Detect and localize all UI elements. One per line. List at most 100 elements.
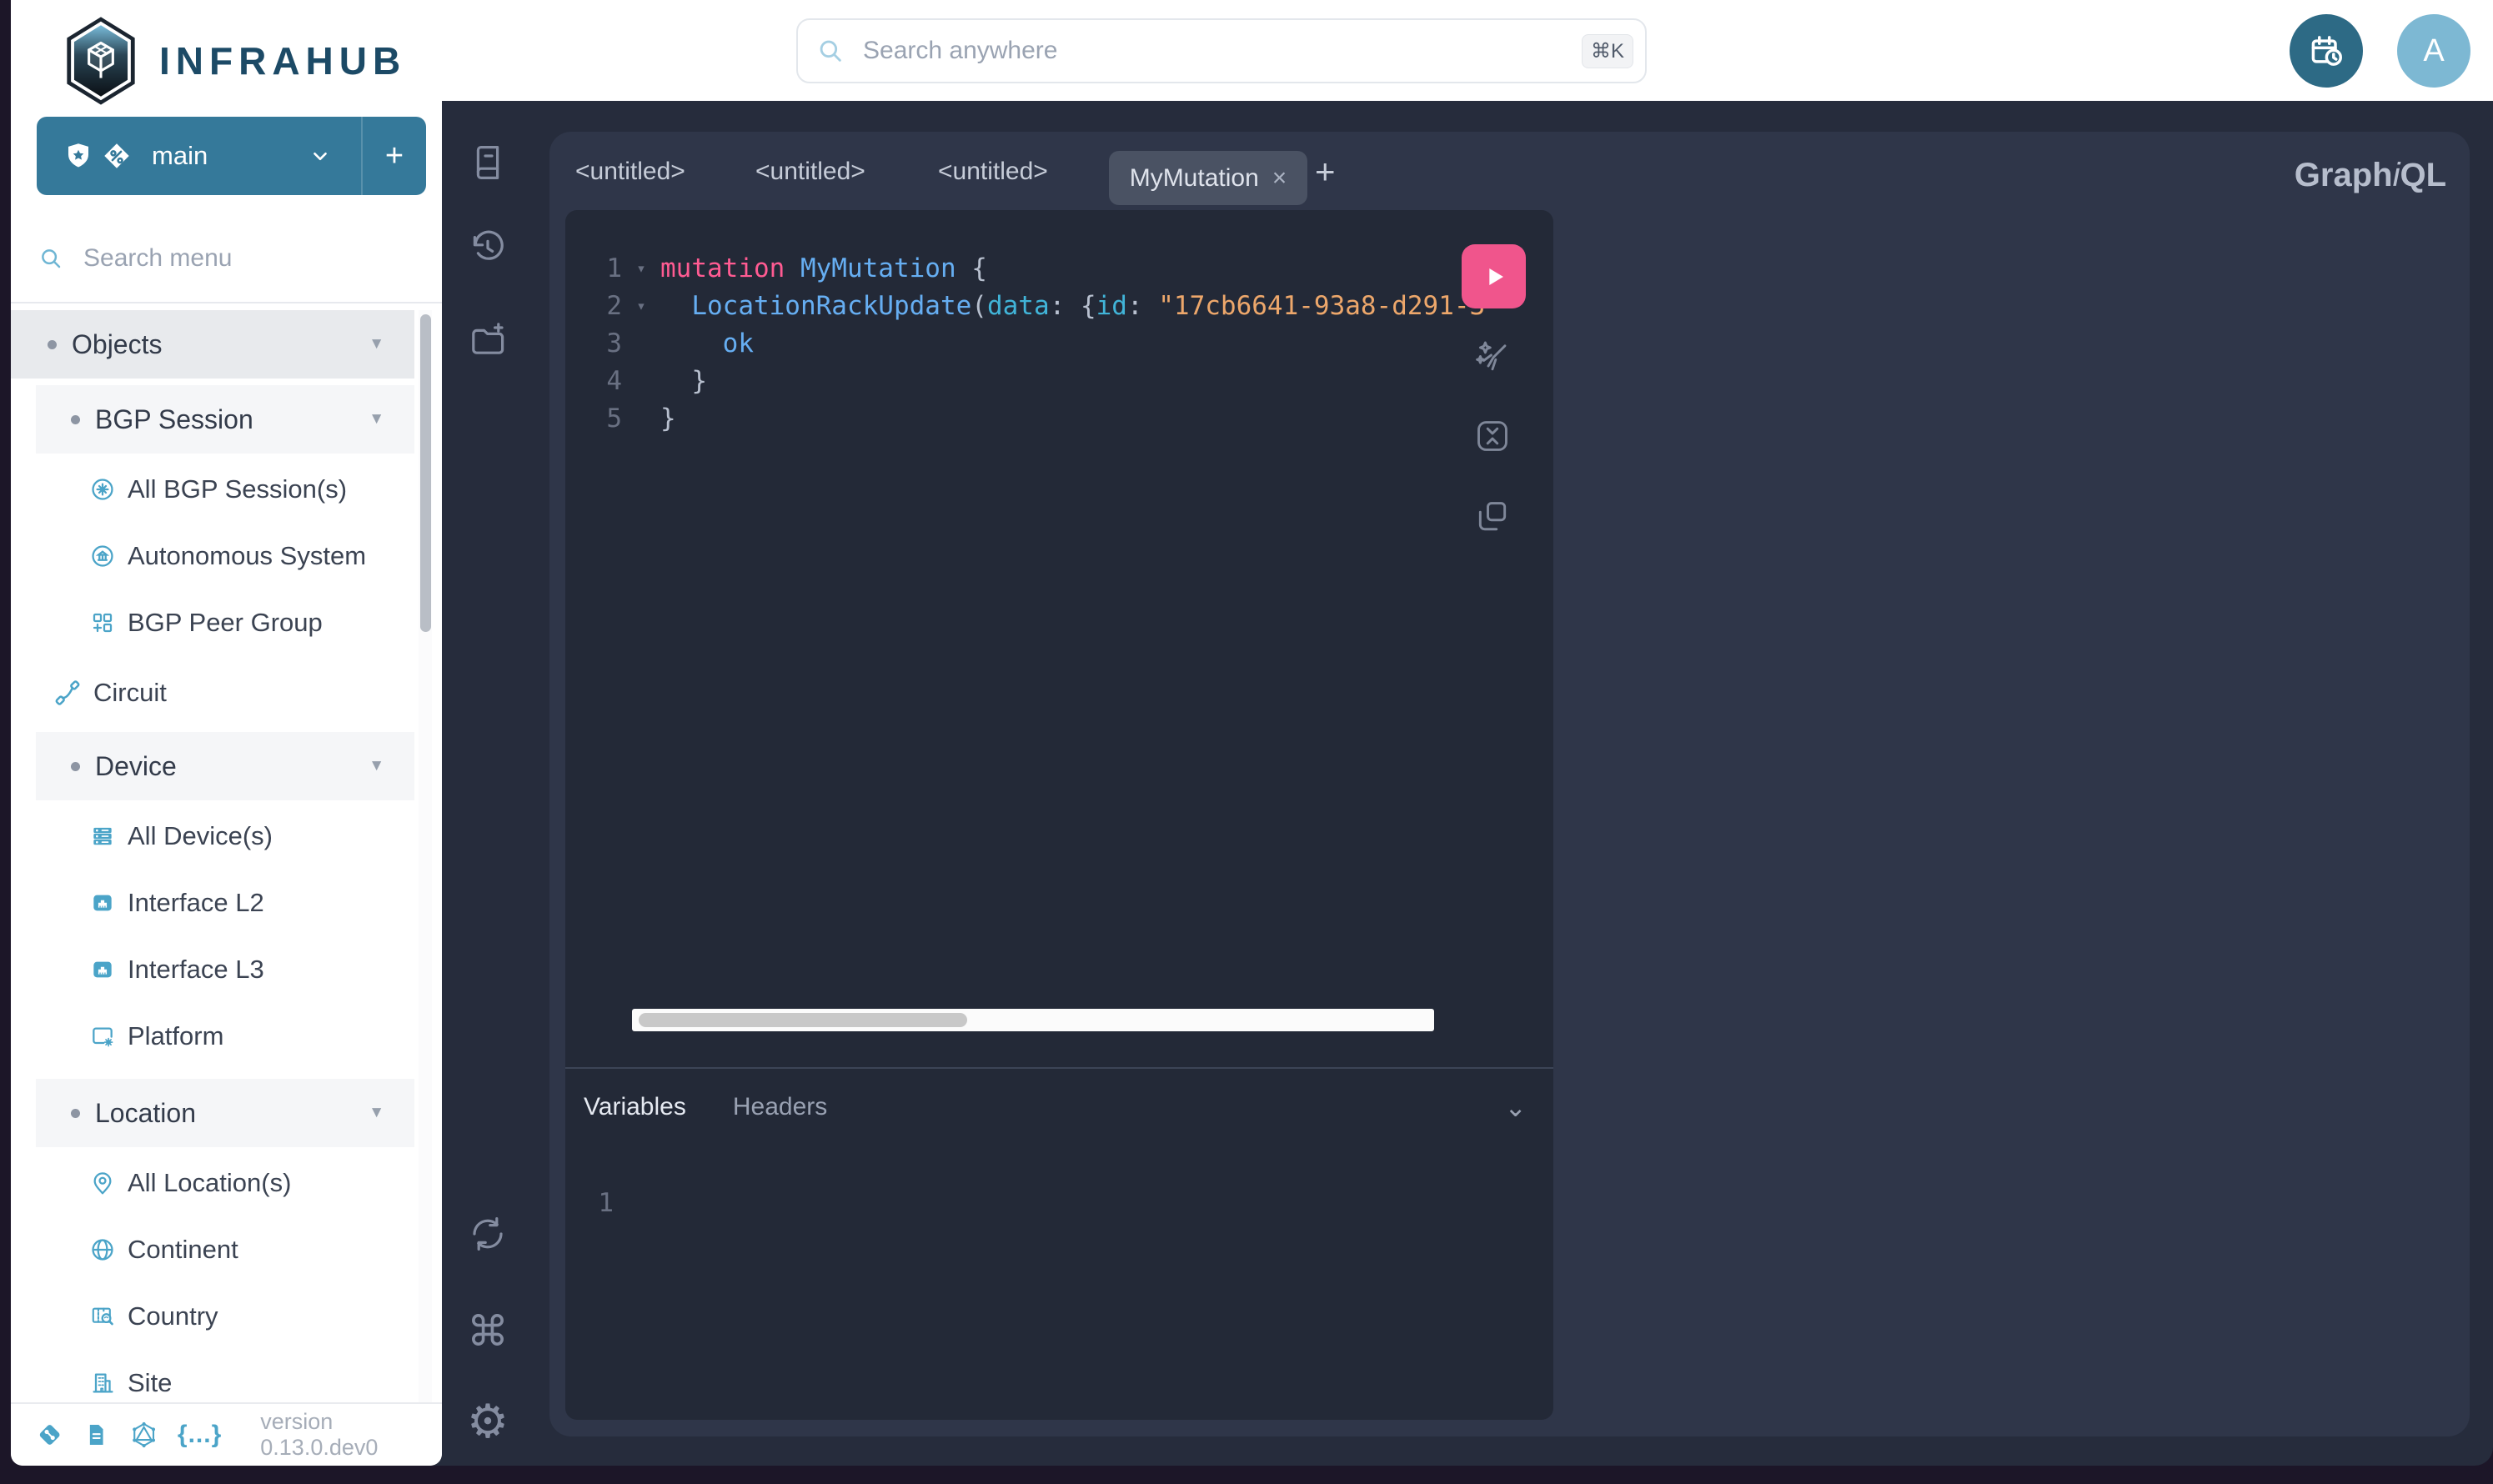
editor-divider [565, 1067, 1553, 1069]
sidebar-item-all-locations[interactable]: All Location(s) [36, 1149, 414, 1217]
branch-selector[interactable]: main + [37, 117, 426, 195]
menu-search-input[interactable] [82, 243, 402, 273]
variables-editor[interactable]: 1 [565, 1184, 614, 1221]
code-line: 5 } [565, 399, 676, 437]
time-travel-button[interactable] [2290, 14, 2363, 88]
shortcut-badge: ⌘K [1582, 34, 1633, 68]
git-icon[interactable] [36, 1420, 63, 1450]
sidebar-group-objects[interactable]: Objects ▼ [11, 310, 414, 379]
graphql-icon[interactable] [130, 1420, 158, 1450]
tab-label: <untitled> [575, 158, 685, 186]
sidebar-scrollbar-thumb[interactable] [420, 314, 431, 632]
app-logo-text: INFRAHUB [159, 38, 406, 83]
sidebar-item-country[interactable]: Country [36, 1282, 414, 1351]
continent-globe-icon [89, 1236, 116, 1263]
search-icon [816, 37, 845, 65]
bullet-icon [71, 762, 80, 771]
sidebar-item-all-devices[interactable]: All Device(s) [36, 802, 414, 870]
app-logo[interactable]: INFRAHUB [61, 15, 406, 107]
global-search-input[interactable] [861, 36, 1582, 66]
merge-icon [1473, 417, 1512, 455]
country-map-icon [89, 1303, 116, 1330]
item-label: Continent [128, 1235, 238, 1265]
execute-query-button[interactable] [1462, 244, 1526, 308]
close-icon[interactable]: × [1272, 164, 1287, 193]
response-pane [1570, 210, 2470, 1420]
bgp-session-icon [89, 476, 116, 503]
group-label: BGP Session [95, 404, 253, 435]
refetch-schema-button[interactable] [464, 1211, 511, 1257]
history-icon [468, 228, 508, 268]
bullet-icon [48, 340, 57, 349]
infrahub-logo-icon [61, 15, 141, 107]
sidebar-item-continent[interactable]: Continent [36, 1216, 414, 1284]
calendar-clock-icon [2308, 33, 2345, 69]
merge-fragments-button[interactable] [1472, 415, 1513, 457]
peer-group-icon [89, 609, 116, 636]
version-label: version 0.13.0.dev0 [260, 1409, 442, 1461]
gear-icon: ⚙ [467, 1398, 509, 1445]
tab-variables[interactable]: Variables [584, 1093, 686, 1121]
avatar[interactable]: A [2397, 14, 2470, 88]
fold-icon[interactable]: ▾ [622, 297, 660, 315]
item-label: All Device(s) [128, 821, 273, 851]
tab-untitled-1[interactable]: <untitled> [575, 132, 685, 211]
editor-hscrollbar-thumb[interactable] [639, 1013, 967, 1027]
copy-query-button[interactable] [1472, 495, 1513, 537]
line-number: 3 [565, 328, 622, 358]
tab-untitled-2[interactable]: <untitled> [755, 132, 865, 211]
command-icon: ⌘ [467, 1311, 509, 1352]
shortcuts-button[interactable]: ⌘ [464, 1308, 511, 1355]
shield-star-icon [63, 141, 93, 171]
openapi-icon[interactable]: {...} [178, 1421, 222, 1449]
tab-headers[interactable]: Headers [733, 1093, 827, 1121]
location-pin-icon [89, 1170, 116, 1196]
docs-plugin-button[interactable] [464, 139, 511, 186]
item-label: Country [128, 1301, 218, 1331]
folder-add-icon [468, 320, 508, 360]
caret-down-icon: ▼ [369, 757, 384, 775]
sidebar-item-all-bgp-sessions[interactable]: All BGP Session(s) [36, 455, 414, 524]
sidebar-item-interface-l3[interactable]: Interface L3 [36, 935, 414, 1004]
sidebar-item-platform[interactable]: Platform [36, 1002, 414, 1070]
autonomous-system-icon [89, 543, 116, 569]
sidebar-item-bgp-peer-group[interactable]: BGP Peer Group [36, 589, 414, 657]
sidebar-item-site[interactable]: Site [36, 1349, 414, 1402]
code-line: 1 ▾ mutation MyMutation { [565, 249, 987, 287]
branch-diamond-icon [102, 141, 132, 171]
tab-untitled-3[interactable]: <untitled> [938, 132, 1048, 211]
chevron-down-icon[interactable]: ⌄ [1504, 1091, 1527, 1123]
line-number: 2 [565, 291, 622, 321]
plus-icon: + [1315, 152, 1336, 192]
search-icon [38, 246, 63, 271]
caret-down-icon: ▼ [369, 335, 384, 353]
history-plugin-button[interactable] [464, 224, 511, 271]
schema-doc-icon[interactable] [83, 1421, 109, 1449]
query-editor[interactable]: 1 ▾ mutation MyMutation { 2 ▾ LocationRa… [565, 210, 1553, 1420]
prettify-icon [1473, 338, 1512, 377]
sidebar-menu: Objects ▼ BGP Session ▼ All BGP Session(… [11, 302, 442, 1402]
sidebar-group-device[interactable]: Device ▼ [36, 732, 414, 800]
explorer-plugin-button[interactable] [464, 317, 511, 363]
global-search[interactable]: ⌘K [796, 18, 1647, 83]
menu-search[interactable] [11, 215, 442, 303]
fold-icon[interactable]: ▾ [622, 259, 660, 278]
settings-button[interactable]: ⚙ [464, 1398, 511, 1445]
sidebar-group-location[interactable]: Location ▼ [36, 1079, 414, 1147]
bullet-icon [71, 1109, 80, 1118]
tab-mymutation[interactable]: MyMutation × [1109, 151, 1307, 205]
platform-icon [89, 1023, 116, 1050]
editor-footer: Variables Headers ⌄ [565, 1077, 1553, 1137]
item-label: Interface L3 [128, 955, 264, 985]
prettify-button[interactable] [1472, 337, 1513, 379]
sidebar-group-bgp-session[interactable]: BGP Session ▼ [36, 385, 414, 454]
sidebar-item-autonomous-system[interactable]: Autonomous System [36, 522, 414, 590]
create-branch-button[interactable]: + [363, 138, 426, 174]
play-icon [1477, 260, 1511, 293]
add-tab-button[interactable]: + [1315, 132, 1336, 211]
avatar-initial: A [2423, 33, 2444, 69]
sidebar-item-interface-l2[interactable]: Interface L2 [36, 869, 414, 937]
sidebar-item-circuit[interactable]: Circuit [11, 659, 414, 727]
tab-label: MyMutation [1130, 164, 1259, 193]
tab-label: <untitled> [755, 158, 865, 186]
